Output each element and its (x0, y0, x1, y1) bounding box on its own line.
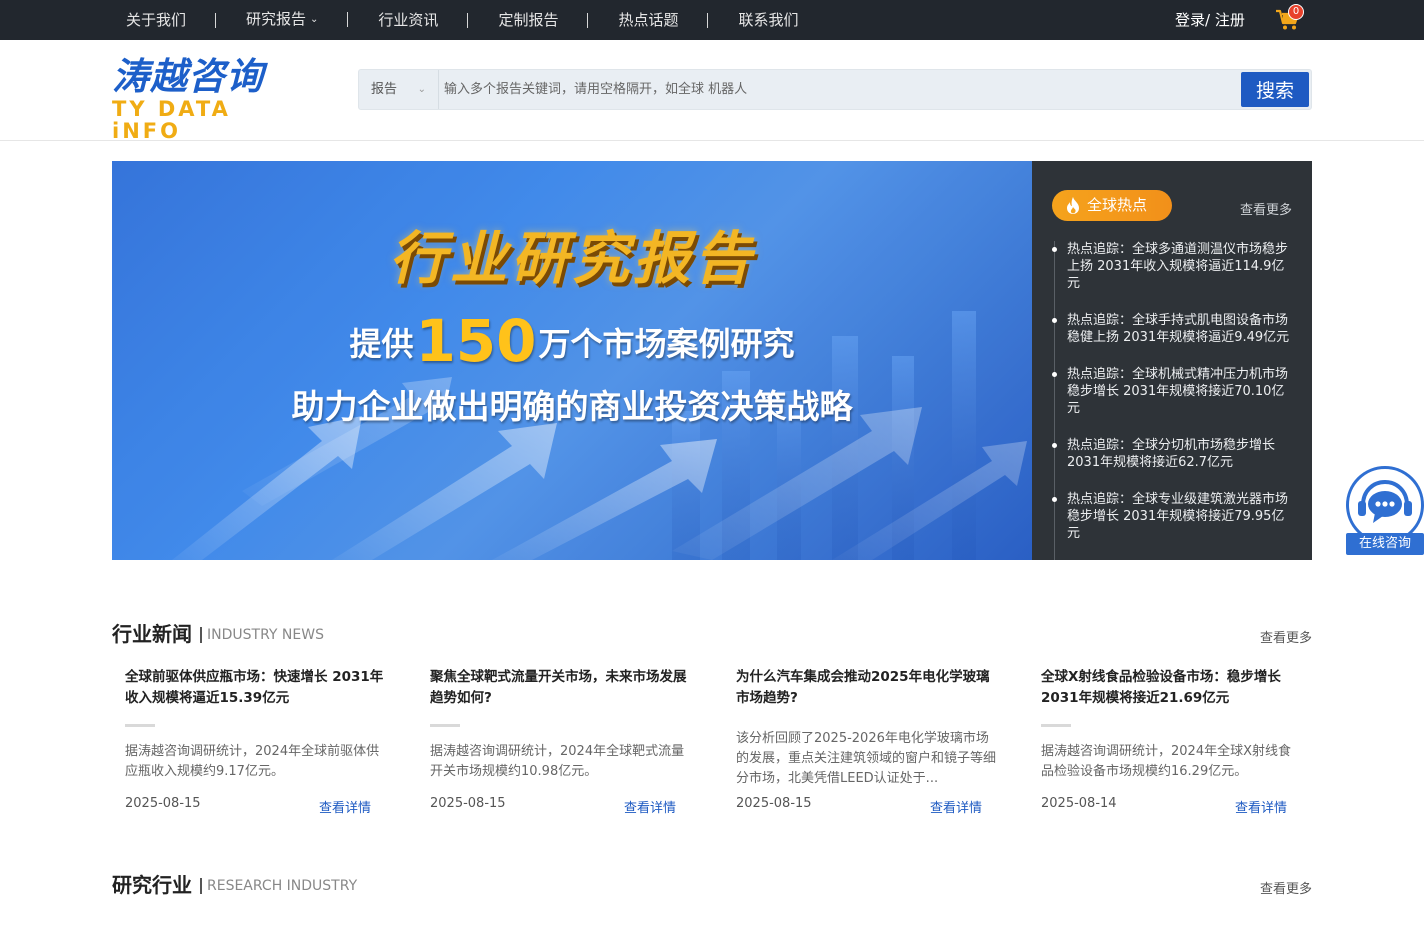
news-detail-link[interactable]: 查看详情 (930, 797, 982, 816)
nav-about[interactable]: 关于我们 (96, 0, 217, 40)
divider (430, 724, 460, 727)
banner-tagline-1: 提供150万个市场案例研究 (112, 307, 1032, 375)
section-subtitle: RESEARCH INDUSTRY (200, 878, 357, 894)
news-card[interactable]: 全球X射线食品检验设备市场：稳步增长 2031年规模将接近21.69亿元 据涛越… (1028, 665, 1298, 825)
news-title[interactable]: 聚焦全球靶式流量开关市场，未来市场发展趋势如何? (430, 667, 690, 709)
hot-topics-more-link[interactable]: 查看更多 (1240, 199, 1292, 218)
news-title[interactable]: 全球X射线食品检验设备市场：稳步增长 2031年规模将接近21.69亿元 (1041, 667, 1301, 709)
hot-topic-item[interactable]: 热点追踪：全球分切机市场稳步增长 2031年规模将接近62.7亿元 (1052, 437, 1294, 471)
flame-icon (1067, 197, 1079, 214)
online-consult-widget[interactable]: 在线咨询 (1346, 466, 1424, 556)
nav-contact[interactable]: 联系我们 (708, 0, 828, 40)
hot-topics-tag[interactable]: 全球热点 (1052, 190, 1172, 221)
online-consult-label: 在线咨询 (1346, 533, 1424, 555)
research-industry-more-link[interactable]: 查看更多 (1260, 878, 1312, 897)
industry-news-header: 行业新闻 INDUSTRY NEWS 查看更多 (112, 619, 1312, 649)
news-card[interactable]: 为什么汽车集成会推动2025年电化学玻璃市场趋势? 该分析回顾了2025-202… (723, 665, 996, 825)
news-title[interactable]: 全球前驱体供应瓶市场：快速增长 2031年收入规模将逼近15.39亿元 (125, 667, 385, 709)
hot-topic-item[interactable]: 热点追踪：全球机械式精冲压力机市场稳步增长 2031年规模将接近70.10亿元 (1052, 366, 1294, 417)
section-title: 研究行业 (112, 873, 192, 897)
hot-topics-list: 热点追踪：全球多通道测温仪市场稳步上扬 2031年收入规模将逼近114.9亿元 … (1052, 241, 1294, 560)
top-bar: 关于我们 研究报告 ⌄ 行业资讯 定制报告 热点话题 联系我们 登录/ 注册 0 (0, 0, 1424, 40)
site-header: 涛越咨询 TY DATA iNFO 报告 ⌄ 搜索 (0, 40, 1424, 143)
chevron-down-icon: ⌄ (417, 84, 426, 95)
search-button[interactable]: 搜索 (1241, 72, 1309, 107)
news-title[interactable]: 为什么汽车集成会推动2025年电化学玻璃市场趋势? (736, 667, 996, 709)
section-subtitle: INDUSTRY NEWS (200, 627, 324, 643)
nav-custom-reports[interactable]: 定制报告 (468, 0, 589, 40)
logo-cn-text: 涛越咨询 (112, 55, 264, 98)
hero-banner[interactable]: 行业研究报告 提供150万个市场案例研究 助力企业做出明确的商业投资决策战略 (112, 161, 1032, 560)
banner-tagline-2: 助力企业做出明确的商业投资决策战略 (291, 387, 853, 426)
nav-contact-label: 联系我们 (738, 11, 799, 29)
nav-custom-reports-label: 定制报告 (498, 11, 559, 29)
search-input[interactable] (440, 70, 1240, 109)
nav-industry-info[interactable]: 行业资讯 (348, 0, 469, 40)
news-date: 2025-08-15 (736, 796, 812, 811)
news-summary: 据涛越咨询调研统计，2024年全球前驱体供应瓶收入规模约9.17亿元。 (125, 744, 380, 779)
nav-hot-topics-label: 热点话题 (618, 11, 679, 29)
nav-industry-info-label: 行业资讯 (378, 11, 439, 29)
search-category-select[interactable]: 报告 ⌄ (359, 70, 439, 109)
divider (1041, 724, 1071, 727)
news-summary: 据涛越咨询调研统计，2024年全球靶式流量开关市场规模约10.98亿元。 (430, 744, 685, 779)
news-summary: 据涛越咨询调研统计，2024年全球X射线食品检验设备市场规模约16.29亿元。 (1041, 744, 1291, 779)
site-logo[interactable]: 涛越咨询 TY DATA iNFO (112, 55, 302, 143)
news-summary: 该分析回顾了2025-2026年电化学玻璃市场的发展，重点关注建筑领域的窗户和镜… (736, 731, 997, 786)
chat-headset-icon (1358, 479, 1412, 523)
hot-topics-panel: 全球热点 查看更多 热点追踪：全球多通道测温仪市场稳步上扬 2031年收入规模将… (1032, 161, 1312, 560)
logo-en-text: TY DATA iNFO (112, 97, 231, 143)
news-date: 2025-08-15 (125, 796, 201, 811)
banner-line1-number: 150 (415, 307, 537, 375)
hot-topic-item[interactable]: 热点追踪：全球多通道测温仪市场稳步上扬 2031年收入规模将逼近114.9亿元 (1052, 241, 1294, 292)
nav-hot-topics[interactable]: 热点话题 (588, 0, 709, 40)
industry-news-list: 全球前驱体供应瓶市场：快速增长 2031年收入规模将逼近15.39亿元 据涛越咨… (112, 665, 1312, 825)
research-industry-header: 研究行业 RESEARCH INDUSTRY 查看更多 (112, 870, 1312, 900)
news-card[interactable]: 全球前驱体供应瓶市场：快速增长 2031年收入规模将逼近15.39亿元 据涛越咨… (112, 665, 385, 825)
top-nav: 关于我们 研究报告 ⌄ 行业资讯 定制报告 热点话题 联系我们 (96, 0, 828, 40)
news-detail-link[interactable]: 查看详情 (624, 797, 676, 816)
news-date: 2025-08-14 (1041, 796, 1117, 811)
search-bar: 报告 ⌄ 搜索 (358, 69, 1312, 110)
nav-about-label: 关于我们 (126, 11, 187, 29)
search-category-value: 报告 (371, 82, 398, 97)
hot-topic-item[interactable]: 热点追踪：全球手持式肌电图设备市场稳健上扬 2031年规模将逼近9.49亿元 (1052, 312, 1294, 346)
news-date: 2025-08-15 (430, 796, 506, 811)
nav-reports[interactable]: 研究报告 ⌄ (216, 0, 349, 42)
banner-title: 行业研究报告 (389, 226, 755, 292)
news-detail-link[interactable]: 查看详情 (319, 797, 371, 816)
chevron-down-icon: ⌄ (310, 13, 319, 25)
news-card[interactable]: 聚焦全球靶式流量开关市场，未来市场发展趋势如何? 据涛越咨询调研统计，2024年… (417, 665, 687, 825)
cart-button[interactable]: 0 (1275, 4, 1304, 34)
section-title: 行业新闻 (112, 622, 192, 646)
news-detail-link[interactable]: 查看详情 (1235, 797, 1287, 816)
banner-line1-post: 万个市场案例研究 (538, 325, 795, 363)
login-register-link[interactable]: 登录/ 注册 (1175, 0, 1245, 40)
nav-reports-label: 研究报告 (246, 9, 307, 28)
banner-line1-pre: 提供 (349, 325, 414, 363)
hot-topic-item[interactable]: 热点追踪：全球专业级建筑激光器市场稳步增长 2031年规模将接近79.95亿元 (1052, 491, 1294, 542)
divider (125, 724, 155, 727)
industry-news-more-link[interactable]: 查看更多 (1260, 627, 1312, 646)
hot-topics-tag-label: 全球热点 (1087, 196, 1148, 214)
cart-count-badge: 0 (1288, 4, 1304, 20)
